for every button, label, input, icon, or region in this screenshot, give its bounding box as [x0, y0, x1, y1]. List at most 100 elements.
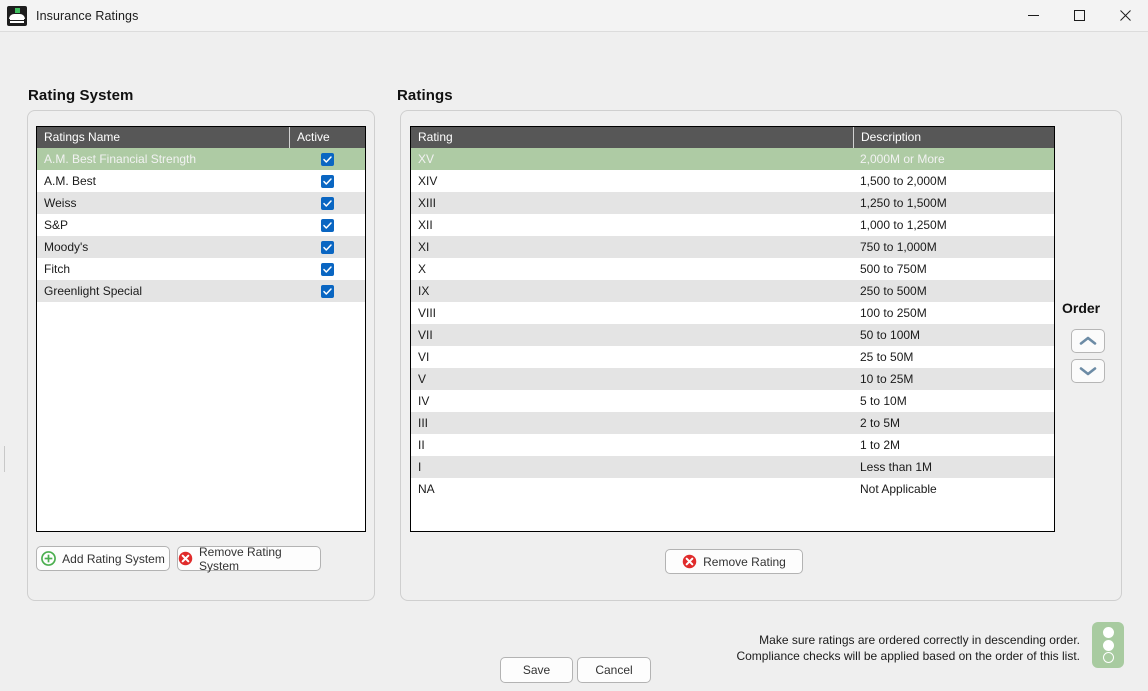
rating-system-row[interactable]: Weiss	[37, 192, 365, 214]
check-icon	[322, 243, 332, 251]
rating-system-name-cell: S&P	[44, 218, 69, 232]
active-checkbox[interactable]	[320, 196, 334, 210]
active-checkbox[interactable]	[320, 262, 334, 276]
rating-cell: II	[418, 438, 425, 452]
rating-cell: IX	[418, 284, 430, 298]
footer-note: Make sure ratings are ordered correctly …	[700, 632, 1080, 664]
remove-rating-system-label: Remove Rating System	[199, 544, 282, 573]
rating-cell: V	[418, 372, 427, 386]
rating-system-name-cell: Weiss	[44, 196, 77, 210]
description-cell: 1,250 to 1,500M	[860, 196, 947, 210]
rating-system-row[interactable]: A.M. Best	[37, 170, 365, 192]
ratings-row[interactable]: I Less than 1M	[411, 456, 1054, 478]
rating-system-row[interactable]: S&P	[37, 214, 365, 236]
rating-system-row[interactable]: A.M. Best Financial Strength	[37, 148, 365, 170]
add-rating-system-label: Add Rating System	[62, 551, 165, 566]
check-icon	[322, 287, 332, 295]
close-icon	[1119, 10, 1131, 21]
remove-circle-x-icon	[178, 551, 193, 566]
remove-rating-button[interactable]: Remove Rating	[665, 549, 803, 574]
ratings-row[interactable]: XIV 1,500 to 2,000M	[411, 170, 1054, 192]
column-header-active[interactable]: Active	[289, 127, 365, 148]
ratings-row[interactable]: VI 25 to 50M	[411, 346, 1054, 368]
rating-system-name-cell: A.M. Best	[44, 174, 97, 188]
description-cell: 250 to 500M	[860, 284, 927, 298]
minimize-icon	[1027, 15, 1039, 16]
rating-system-row[interactable]: Greenlight Special	[37, 280, 365, 302]
description-cell: 10 to 25M	[860, 372, 914, 386]
active-checkbox[interactable]	[320, 240, 334, 254]
rating-system-active-cell[interactable]	[289, 170, 365, 192]
add-circle-icon	[41, 551, 57, 566]
ratings-grid[interactable]: Rating Description XV 2,000M or More XIV 1,…	[410, 126, 1055, 532]
rating-cell: III	[418, 416, 429, 430]
rating-cell: VIII	[418, 306, 437, 320]
active-checkbox[interactable]	[320, 174, 334, 188]
rating-system-name-cell: Moody's	[44, 240, 89, 254]
ratings-row[interactable]: VII 50 to 100M	[411, 324, 1054, 346]
add-rating-system-button[interactable]: Add Rating System	[36, 546, 170, 571]
save-button-label: Save	[522, 663, 551, 677]
rating-system-active-cell[interactable]	[289, 236, 365, 258]
rating-system-grid-body: A.M. Best Financial Strength A.M. Best Wei…	[37, 148, 365, 302]
ratings-row[interactable]: XI 750 to 1,000M	[411, 236, 1054, 258]
column-header-ratings-name[interactable]: Ratings Name	[37, 127, 289, 148]
ratings-row[interactable]: IX 250 to 500M	[411, 280, 1054, 302]
remove-circle-x-icon	[682, 554, 697, 569]
ratings-grid-header: Rating Description	[411, 127, 1054, 148]
ratings-row[interactable]: NA Not Applicable	[411, 478, 1054, 500]
ratings-row[interactable]: VIII 100 to 250M	[411, 302, 1054, 324]
active-checkbox[interactable]	[320, 218, 334, 232]
rating-system-active-cell[interactable]	[289, 258, 365, 280]
ratings-row[interactable]: XV 2,000M or More	[411, 148, 1054, 170]
remove-rating-system-button[interactable]: Remove Rating System	[177, 544, 321, 573]
order-move-down-button[interactable]	[1071, 359, 1105, 383]
rating-system-active-cell[interactable]	[289, 192, 365, 214]
ratings-row[interactable]: III 2 to 5M	[411, 412, 1054, 434]
description-cell: 750 to 1,000M	[860, 240, 937, 254]
minimize-button[interactable]	[1010, 0, 1056, 31]
description-cell: 100 to 250M	[860, 306, 927, 320]
traffic-light-indicator[interactable]	[1092, 622, 1124, 668]
rating-cell: VII	[418, 328, 433, 342]
rating-system-active-cell[interactable]	[289, 280, 365, 302]
cancel-button[interactable]: Cancel	[577, 657, 651, 683]
check-icon	[322, 265, 332, 273]
ratings-row[interactable]: XIII 1,250 to 1,500M	[411, 192, 1054, 214]
column-header-rating[interactable]: Rating	[411, 127, 853, 148]
footer-note-line2: Compliance checks will be applied based …	[736, 649, 1080, 663]
footer-note-line1: Make sure ratings are ordered correctly …	[759, 633, 1080, 647]
rating-cell: XI	[418, 240, 430, 254]
description-cell: 1 to 2M	[860, 438, 901, 452]
remove-rating-label: Remove Rating	[703, 554, 786, 569]
check-icon	[322, 177, 332, 185]
description-cell: 1,500 to 2,000M	[860, 174, 947, 188]
check-icon	[322, 221, 332, 229]
ratings-row[interactable]: II 1 to 2M	[411, 434, 1054, 456]
rating-system-row[interactable]: Moody's	[37, 236, 365, 258]
column-header-description[interactable]: Description	[853, 127, 1054, 148]
traffic-lamp-middle	[1102, 639, 1114, 651]
ratings-row[interactable]: X 500 to 750M	[411, 258, 1054, 280]
description-cell: 2 to 5M	[860, 416, 901, 430]
rating-cell: XIV	[418, 174, 438, 188]
rating-system-row[interactable]: Fitch	[37, 258, 365, 280]
rating-system-active-cell[interactable]	[289, 148, 365, 170]
rating-cell: VI	[418, 350, 430, 364]
order-label: Order	[1062, 300, 1101, 316]
ratings-row[interactable]: IV 5 to 10M	[411, 390, 1054, 412]
rating-system-active-cell[interactable]	[289, 214, 365, 236]
active-checkbox[interactable]	[320, 284, 334, 298]
order-move-up-button[interactable]	[1071, 329, 1105, 353]
close-button[interactable]	[1102, 0, 1148, 31]
active-checkbox[interactable]	[320, 152, 334, 166]
rating-cell: IV	[418, 394, 430, 408]
rating-system-grid[interactable]: Ratings Name Active A.M. Best Financial …	[36, 126, 366, 532]
cancel-button-label: Cancel	[595, 663, 633, 677]
maximize-button[interactable]	[1056, 0, 1102, 31]
ratings-row[interactable]: XII 1,000 to 1,250M	[411, 214, 1054, 236]
save-button[interactable]: Save	[500, 657, 573, 683]
traffic-lamp-top	[1102, 626, 1114, 638]
ratings-row[interactable]: V 10 to 25M	[411, 368, 1054, 390]
rating-cell: NA	[418, 482, 435, 496]
